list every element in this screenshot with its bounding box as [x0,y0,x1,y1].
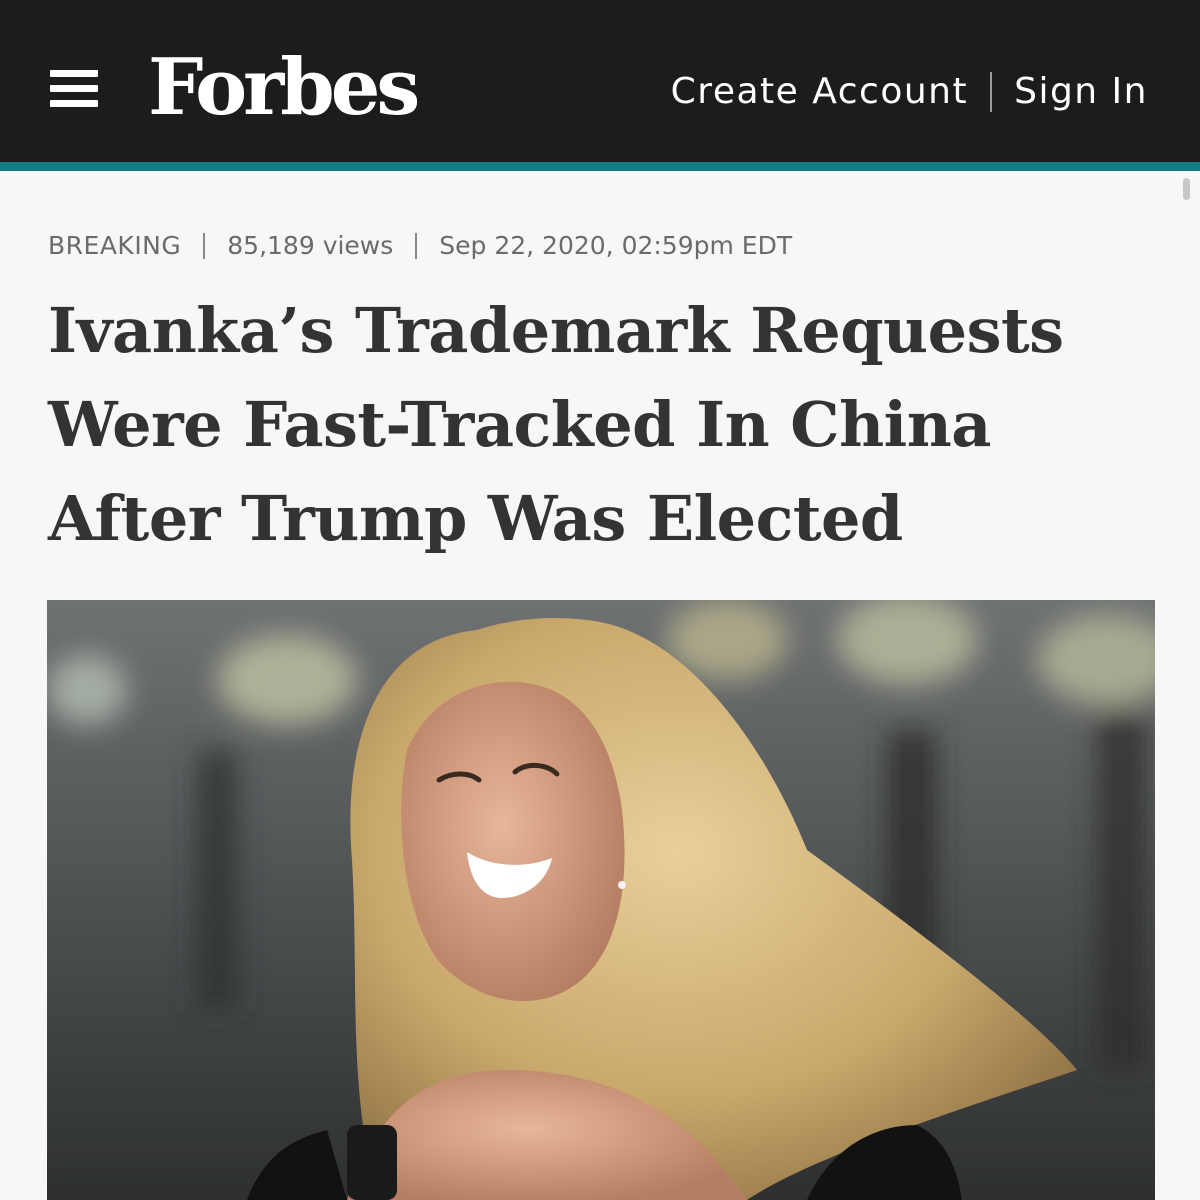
account-links: Create Account Sign In [671,62,1148,122]
article-headline: Ivanka’s Trademark Requests Were Fast-Tr… [48,294,1064,555]
article-hero-photo [47,600,1155,1200]
create-account-link[interactable]: Create Account [671,62,968,122]
meta-separator [415,233,418,259]
article-meta: BREAKING 85,189 views Sep 22, 2020, 02:5… [48,228,792,264]
sign-in-link[interactable]: Sign In [1014,62,1148,122]
hamburger-menu-icon[interactable] [50,68,98,108]
meta-separator [203,233,206,259]
forbes-logo[interactable]: Forbes [148,38,420,138]
view-count: 85,189 views [227,231,394,260]
header-accent-stripe [0,162,1200,171]
category-label[interactable]: BREAKING [48,228,181,264]
page-scrollbar[interactable] [1183,178,1190,200]
publish-date: Sep 22, 2020, 02:59pm EDT [439,231,793,260]
site-header: Forbes Create Account Sign In [0,0,1200,162]
account-links-divider [990,72,993,112]
